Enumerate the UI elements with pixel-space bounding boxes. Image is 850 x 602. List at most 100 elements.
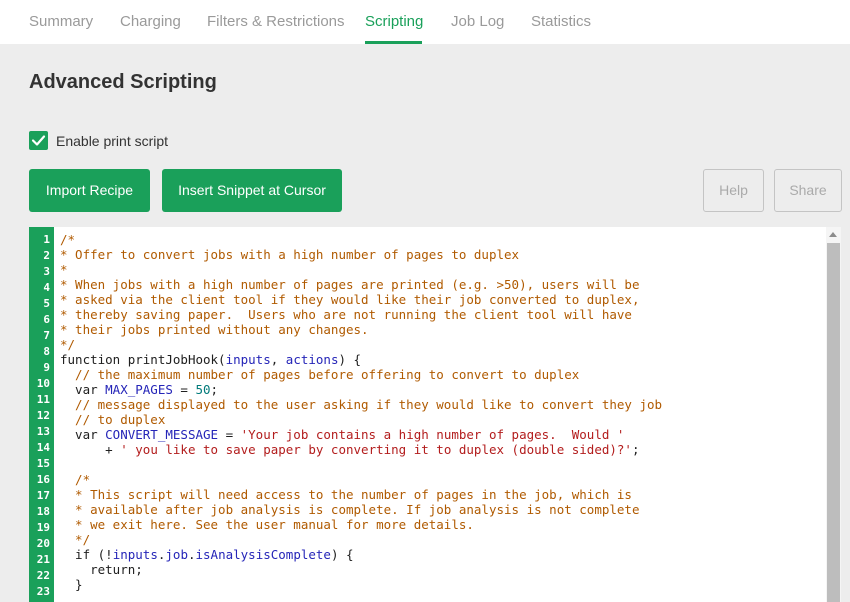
code-line: + ' you like to save paper by converting… xyxy=(60,442,639,457)
code-line: * we exit here. See the user manual for … xyxy=(60,517,474,532)
code-token: * we exit here. See the user manual for … xyxy=(60,517,474,532)
code-line: } xyxy=(60,577,83,592)
code-token: inputs xyxy=(112,547,158,562)
code-token: 'Your job contains a high number of page… xyxy=(240,427,625,442)
scrollbar-thumb[interactable] xyxy=(827,243,840,602)
code-token: // the maximum number of pages before of… xyxy=(60,367,580,382)
code-line: // message displayed to the user asking … xyxy=(60,397,662,412)
line-number: 18 xyxy=(36,505,50,518)
code-token: (! xyxy=(97,547,113,562)
code-token: = xyxy=(218,427,241,442)
active-tab-indicator xyxy=(365,41,422,44)
code-line: /* xyxy=(60,472,90,487)
code-token: ; xyxy=(135,562,143,577)
tab-summary[interactable]: Summary xyxy=(29,13,93,30)
tab-charging[interactable]: Charging xyxy=(120,13,181,30)
tab-scripting[interactable]: Scripting xyxy=(365,13,423,30)
code-token: CONVERT_MESSAGE xyxy=(105,427,219,442)
line-number-gutter: 1 2 3 4 5 6 7 8 9 10 11 12 13 14 15 16 17 18 19 20 21 22 23 xyxy=(29,227,54,602)
code-token: var xyxy=(60,382,106,397)
code-token: . xyxy=(187,547,196,562)
line-number: 2 xyxy=(43,249,50,262)
code-line: * their jobs printed without any changes… xyxy=(60,322,369,337)
code-line: * This script will need access to the nu… xyxy=(60,487,632,502)
code-token: actions xyxy=(285,352,339,367)
code-token: * available after job analysis is comple… xyxy=(60,502,640,517)
code-token: ; xyxy=(210,382,219,397)
code-line: if (!inputs.job.isAnalysisComplete) { xyxy=(60,547,354,562)
code-token: MAX_PAGES xyxy=(105,382,173,397)
code-line: */ xyxy=(60,337,75,352)
line-number: 19 xyxy=(36,521,50,534)
tab-job-log[interactable]: Job Log xyxy=(451,13,504,30)
code-token: } xyxy=(60,577,83,592)
code-token: job xyxy=(165,547,188,562)
line-number: 11 xyxy=(36,393,50,406)
tab-filters-restrictions[interactable]: Filters & Restrictions xyxy=(207,13,345,30)
line-number: 22 xyxy=(36,569,50,582)
code-token: * their jobs printed without any changes… xyxy=(60,322,369,337)
line-number: 8 xyxy=(43,345,50,358)
line-number: 23 xyxy=(36,585,50,598)
code-token: * When jobs with a high number of pages … xyxy=(60,277,640,292)
checkmark-icon xyxy=(31,135,46,146)
code-token: /* xyxy=(60,472,91,487)
code-token: printJobHook xyxy=(127,352,219,367)
code-token: ) { xyxy=(330,547,354,562)
enable-print-script-checkbox[interactable] xyxy=(29,131,48,150)
line-number: 21 xyxy=(36,553,50,566)
code-token: if xyxy=(60,547,98,562)
code-line: * available after job analysis is comple… xyxy=(60,502,639,517)
page-title: Advanced Scripting xyxy=(29,71,217,93)
code-line: var CONVERT_MESSAGE = 'Your job contains… xyxy=(60,427,624,442)
code-line: */ xyxy=(60,532,90,547)
code-token: , xyxy=(270,352,286,367)
code-line: * thereby saving paper. Users who are no… xyxy=(60,307,632,322)
tab-bar: Summary Charging Filters & Restrictions … xyxy=(0,0,850,44)
line-number: 4 xyxy=(43,281,50,294)
code-line: var MAX_PAGES = 50; xyxy=(60,382,218,397)
line-number: 10 xyxy=(36,377,50,390)
line-number: 20 xyxy=(36,537,50,550)
vertical-scrollbar[interactable] xyxy=(826,227,841,602)
code-line: * xyxy=(60,262,68,277)
insert-snippet-button[interactable]: Insert Snippet at Cursor xyxy=(162,169,342,212)
enable-print-script-label[interactable]: Enable print script xyxy=(56,133,168,149)
code-line: * asked via the client tool if they woul… xyxy=(60,292,639,307)
code-token: + xyxy=(60,442,121,457)
code-line: // to duplex xyxy=(60,412,165,427)
line-number: 5 xyxy=(43,297,50,310)
code-token: /* xyxy=(60,232,76,247)
line-number: 6 xyxy=(43,313,50,326)
code-line: /* xyxy=(60,232,75,247)
tab-statistics[interactable]: Statistics xyxy=(531,13,591,30)
code-token: = xyxy=(172,382,196,397)
code-token: function xyxy=(60,352,128,367)
code-token: * asked via the client tool if they woul… xyxy=(60,292,640,307)
code-token: return xyxy=(60,562,136,577)
code-token: 50 xyxy=(195,382,211,397)
code-token: ) { xyxy=(338,352,362,367)
share-button[interactable]: Share xyxy=(774,169,842,212)
code-token: var xyxy=(60,427,106,442)
line-number: 14 xyxy=(36,441,50,454)
line-number: 3 xyxy=(43,265,50,278)
code-editor[interactable]: 1 2 3 4 5 6 7 8 9 10 11 12 13 14 15 16 17 18 19 20 21 22 23 /*… xyxy=(29,227,841,602)
line-number: 15 xyxy=(36,457,50,470)
code-line: function printJobHook(inputs, actions) { xyxy=(60,352,361,367)
code-token: * xyxy=(60,262,68,277)
code-token: */ xyxy=(60,337,76,352)
line-number: 16 xyxy=(36,473,50,486)
scroll-up-arrow-icon[interactable] xyxy=(829,232,837,237)
code-token: isAnalysisComplete xyxy=(195,547,331,562)
line-number: 12 xyxy=(36,409,50,422)
code-token: // to duplex xyxy=(60,412,166,427)
line-number: 1 xyxy=(43,233,50,246)
code-token: * This script will need access to the nu… xyxy=(60,487,632,502)
code-line: * Offer to convert jobs with a high numb… xyxy=(60,247,519,262)
help-button[interactable]: Help xyxy=(703,169,764,212)
import-recipe-button[interactable]: Import Recipe xyxy=(29,169,150,212)
code-token: * Offer to convert jobs with a high numb… xyxy=(60,247,520,262)
line-number: 9 xyxy=(43,361,50,374)
code-token: * thereby saving paper. Users who are no… xyxy=(60,307,632,322)
